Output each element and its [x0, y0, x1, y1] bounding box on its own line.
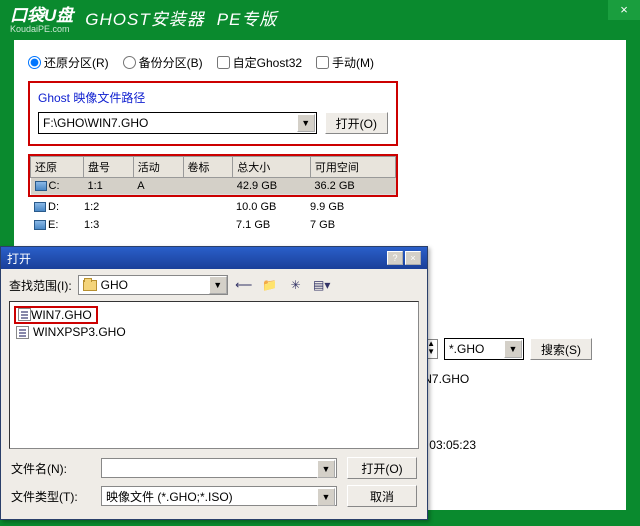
brand-logo: 口袋U盘: [10, 6, 73, 25]
file-icon: [16, 326, 29, 339]
dialog-titlebar[interactable]: 打开 ? ×: [1, 247, 427, 269]
check-custom-ghost32[interactable]: 自定Ghost32: [217, 54, 302, 71]
filetype-combo[interactable]: 映像文件 (*.GHO;*.ISO) ▼: [101, 486, 337, 506]
col-label[interactable]: 卷标: [183, 157, 233, 178]
chevron-down-icon[interactable]: ▼: [504, 340, 522, 358]
filename-input[interactable]: ▼: [101, 458, 337, 478]
folder-icon: [83, 280, 97, 291]
drive-icon: [35, 181, 47, 191]
up-folder-icon[interactable]: 📁: [260, 275, 280, 295]
partition-table-group: 还原 盘号 活动 卷标 总大小 可用空间 C: 1:1A42.9 GB36.2 …: [28, 154, 398, 197]
close-icon[interactable]: ×: [405, 251, 421, 265]
mode-radio-row: 还原分区(R) 备份分区(B) 自定Ghost32 手动(M): [28, 54, 612, 71]
app-title-2: PE专版: [217, 5, 278, 30]
file-icon: [18, 308, 31, 321]
col-restore[interactable]: 还原: [31, 157, 84, 178]
table-row[interactable]: E: 1:37.1 GB7 GB: [30, 217, 396, 233]
chevron-down-icon[interactable]: ▼: [297, 114, 315, 132]
dialog-cancel-button[interactable]: 取消: [347, 485, 417, 507]
ghost-path-group: Ghost 映像文件路径 F:\GHO\WIN7.GHO ▼ 打开(O): [28, 81, 398, 146]
chevron-down-icon[interactable]: ▼: [209, 276, 227, 294]
look-in-combo[interactable]: GHO ▼: [78, 275, 228, 295]
file-list[interactable]: WIN7.GHO WINXPSP3.GHO: [9, 301, 419, 449]
col-disknum[interactable]: 盘号: [83, 157, 133, 178]
search-button[interactable]: 搜索(S): [530, 338, 592, 360]
app-titlebar: 口袋U盘 KoudaiPE.com GHOST安装器 PE专版: [0, 0, 640, 34]
table-row[interactable]: C: 1:1A42.9 GB36.2 GB: [31, 178, 396, 195]
window-close-button[interactable]: ×: [608, 0, 640, 20]
file-open-dialog: 打开 ? × 查找范围(I): GHO ▼ ⟵ 📁 ✳ ▤▾ WIN7.GHO …: [0, 246, 428, 520]
col-free[interactable]: 可用空间: [310, 157, 395, 178]
open-gho-button[interactable]: 打开(O): [325, 112, 388, 134]
app-title-1: GHOST安装器: [85, 5, 204, 30]
ghost-path-label: Ghost 映像文件路径: [38, 89, 388, 106]
look-in-label: 查找范围(I):: [9, 277, 72, 294]
partition-table: 还原 盘号 活动 卷标 总大小 可用空间 C: 1:1A42.9 GB36.2 …: [30, 156, 396, 195]
list-item[interactable]: WIN7.GHO: [14, 306, 98, 324]
ext-filter-combo[interactable]: *.GHO ▼: [444, 338, 524, 360]
brand-subtitle: KoudaiPE.com: [10, 24, 73, 34]
col-active[interactable]: 活动: [133, 157, 183, 178]
new-folder-icon[interactable]: ✳: [286, 275, 306, 295]
drive-icon: [34, 202, 46, 212]
col-total[interactable]: 总大小: [233, 157, 311, 178]
back-icon[interactable]: ⟵: [234, 275, 254, 295]
chevron-down-icon[interactable]: ▼: [317, 460, 335, 478]
chevron-down-icon[interactable]: ▼: [317, 488, 335, 506]
drive-icon: [34, 220, 46, 230]
help-icon[interactable]: ?: [387, 251, 403, 265]
table-row[interactable]: D: 1:210.0 GB9.9 GB: [30, 199, 396, 215]
dialog-open-button[interactable]: 打开(O): [347, 457, 417, 479]
check-manual[interactable]: 手动(M): [316, 54, 374, 71]
view-menu-icon[interactable]: ▤▾: [312, 275, 332, 295]
list-item[interactable]: WINXPSP3.GHO: [14, 324, 414, 340]
filetype-label: 文件类型(T):: [11, 488, 91, 505]
radio-backup[interactable]: 备份分区(B): [123, 54, 203, 71]
ghost-path-value: F:\GHO\WIN7.GHO: [43, 116, 148, 130]
dialog-title: 打开: [7, 250, 31, 267]
ghost-path-combo[interactable]: F:\GHO\WIN7.GHO ▼: [38, 112, 317, 134]
filename-label: 文件名(N):: [11, 460, 91, 477]
radio-restore[interactable]: 还原分区(R): [28, 54, 109, 71]
